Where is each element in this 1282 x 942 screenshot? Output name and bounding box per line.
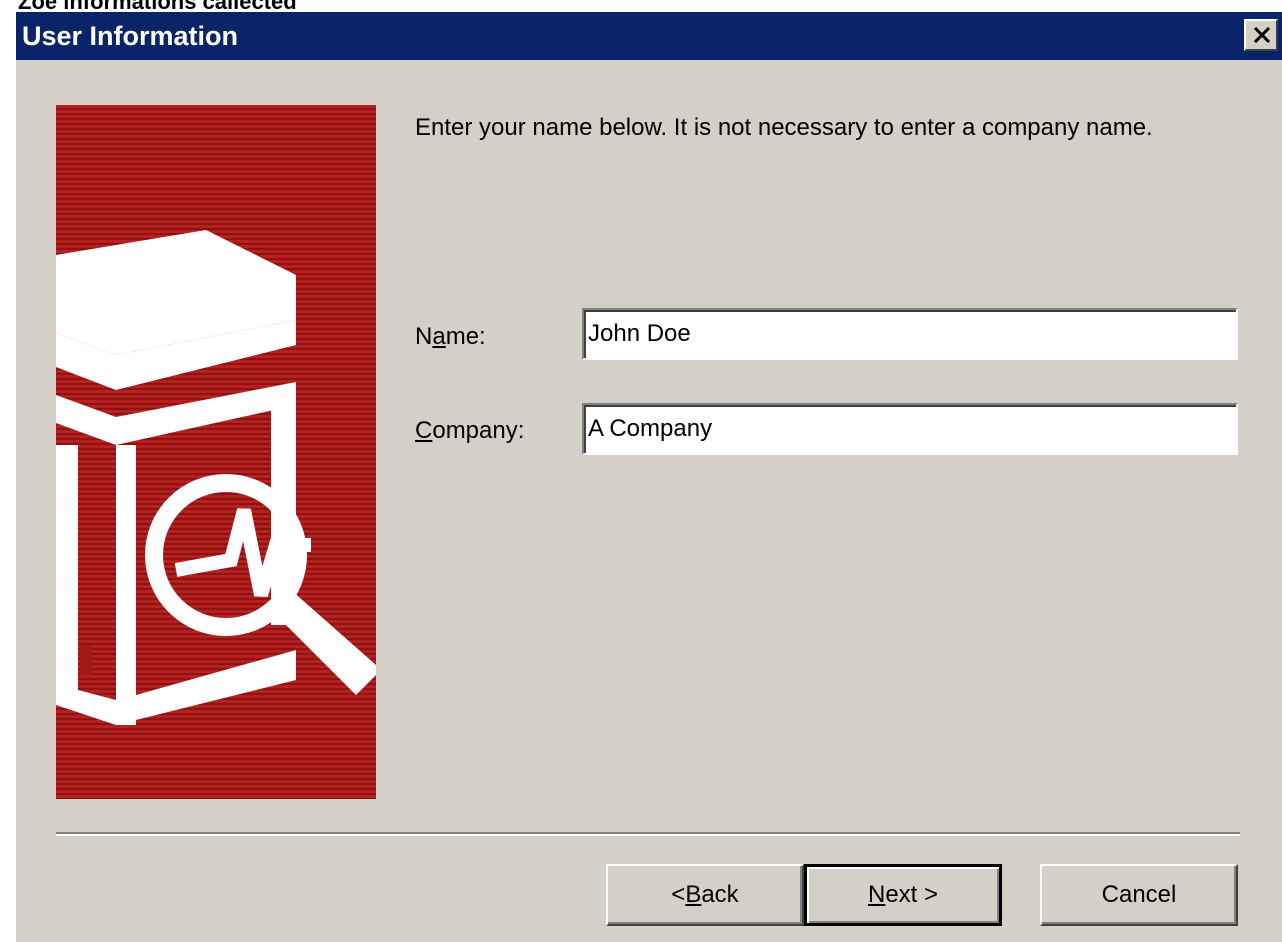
- next-button[interactable]: Next >: [804, 864, 1002, 926]
- close-button[interactable]: [1244, 19, 1278, 51]
- close-icon: [1253, 27, 1271, 43]
- back-button[interactable]: < Back: [606, 864, 804, 926]
- company-label: Company:: [415, 417, 525, 444]
- instruction-text: Enter your name below. It is not necessa…: [415, 114, 1153, 141]
- dialog-title: User Information: [22, 21, 239, 51]
- name-input[interactable]: [582, 308, 1238, 360]
- company-input[interactable]: [582, 403, 1238, 455]
- separator-line: [56, 832, 1240, 836]
- server-icon: [56, 230, 376, 725]
- title-bar[interactable]: User Information: [16, 12, 1282, 60]
- background-caption: Zoe informations callected: [0, 0, 1282, 12]
- user-information-dialog: User Information Enter your name below. …: [16, 12, 1282, 942]
- server-magnifier-graphic: [56, 105, 376, 799]
- cancel-button[interactable]: Cancel: [1040, 864, 1238, 926]
- name-label: Name:: [415, 323, 486, 350]
- background-caption-text: Zoe informations callected: [18, 0, 297, 12]
